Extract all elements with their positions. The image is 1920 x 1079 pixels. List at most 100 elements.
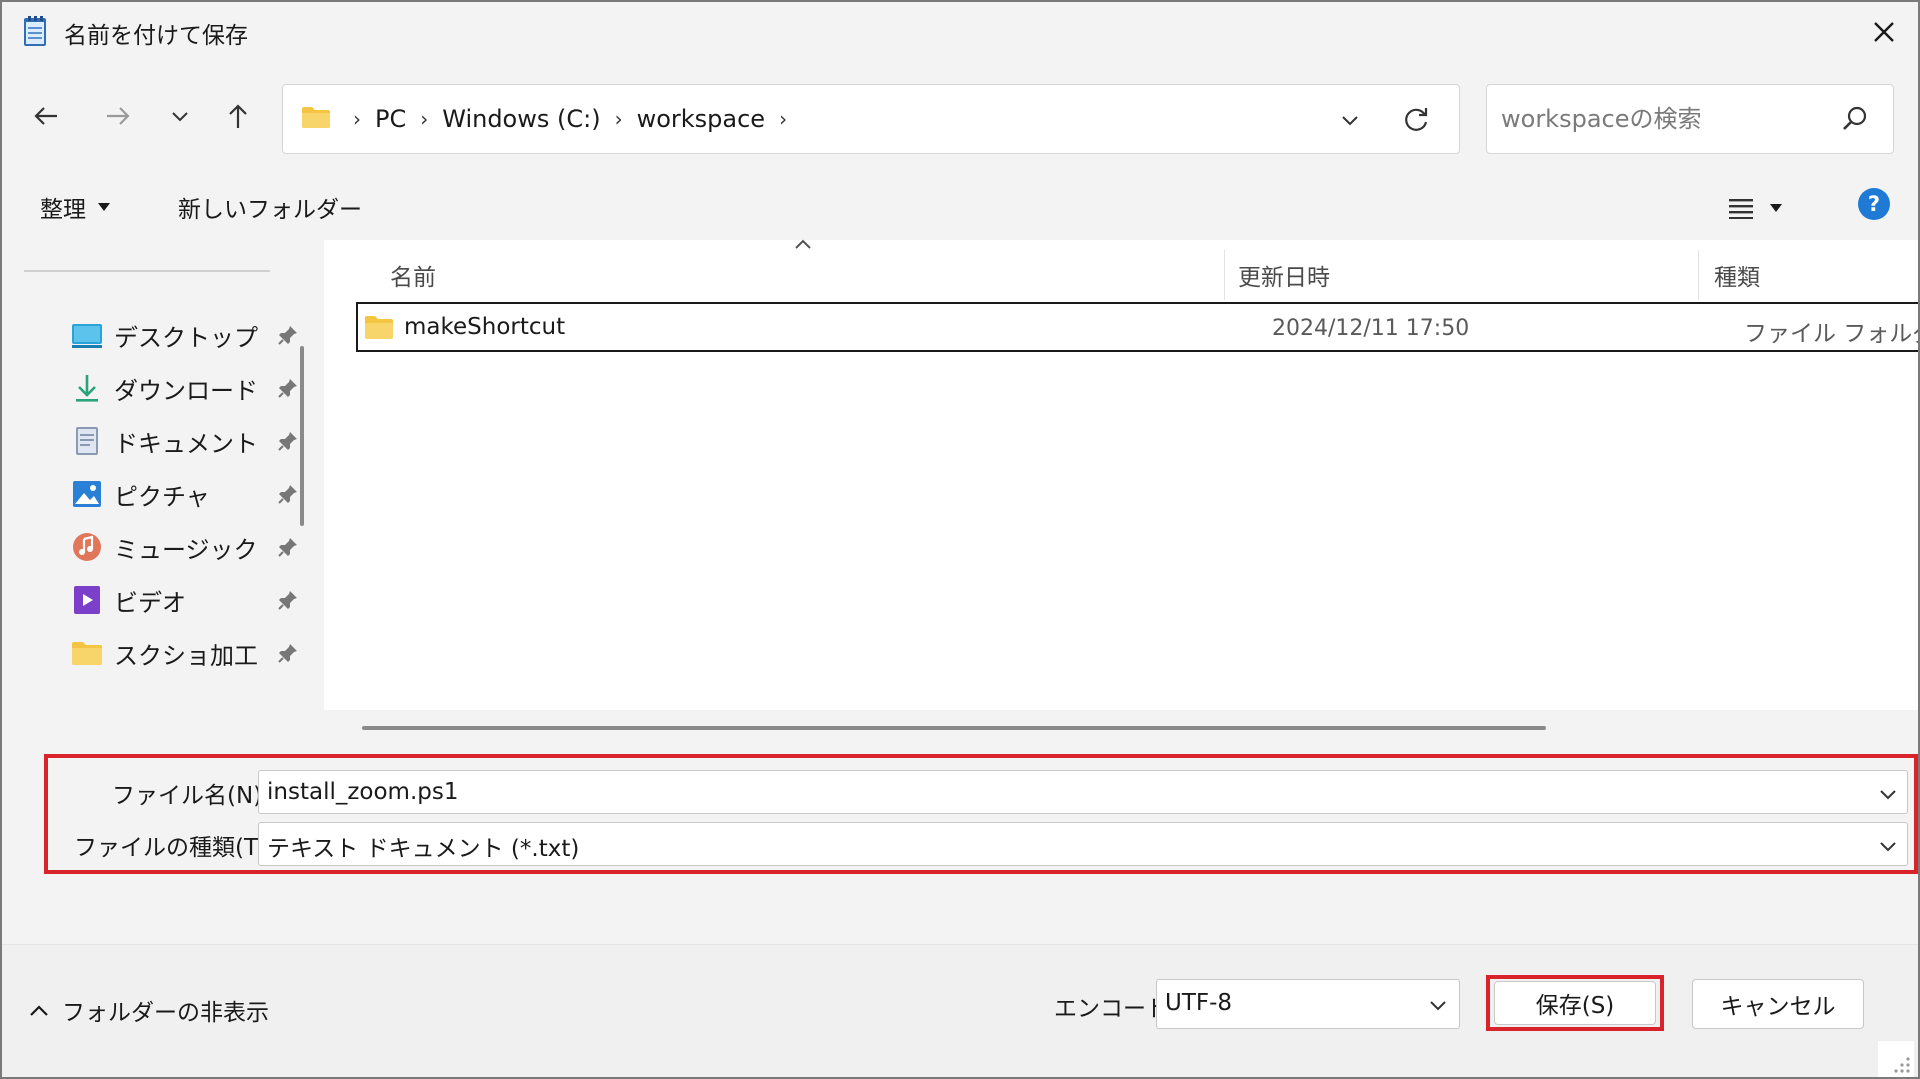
filename-label: ファイル名(N):	[112, 783, 270, 809]
navigation-bar: › PC › Windows (C:) › workspace ›	[2, 64, 1918, 176]
sidebar-item-desktop[interactable]: デスクトップ	[70, 310, 297, 360]
title-bar: 名前を付けて保存	[2, 2, 1918, 64]
folder-icon	[72, 642, 102, 665]
sidebar-item-screenshot-folder[interactable]: スクショ加工	[70, 628, 297, 678]
filetype-value: テキスト ドキュメント (*.txt)	[267, 836, 580, 862]
notepad-icon	[24, 16, 46, 46]
desktop-icon	[72, 324, 102, 348]
sidebar-item-documents[interactable]: ドキュメント	[70, 416, 297, 466]
video-icon	[74, 586, 100, 614]
chevron-right-icon: ›	[614, 107, 623, 131]
hide-folders-button[interactable]: フォルダーの非表示	[28, 993, 269, 1027]
cancel-button[interactable]: キャンセル	[1692, 979, 1864, 1029]
help-icon[interactable]: ?	[1856, 186, 1892, 222]
chevron-right-icon[interactable]: ›	[779, 107, 787, 131]
list-view-icon	[1729, 199, 1753, 219]
filename-section: ファイル名(N): ファイルの種類(T): テキスト ドキュメント (*.txt…	[2, 744, 1918, 944]
forward-button[interactable]	[98, 96, 138, 136]
navigation-pane: デスクトップ ダウンロード ドキュメント ピクチャ ミュージック ビデオ スクシ…	[2, 240, 322, 744]
column-divider[interactable]	[1224, 250, 1225, 300]
arrow-right-icon	[107, 107, 130, 125]
chevron-down-icon[interactable]	[1877, 783, 1899, 805]
chevron-right-icon: ›	[420, 107, 429, 131]
sidebar-item-pictures[interactable]: ピクチャ	[70, 469, 297, 519]
arrow-left-icon	[34, 107, 57, 125]
back-button[interactable]	[26, 96, 66, 136]
file-modified: 2024/12/11 17:50	[1272, 316, 1470, 341]
document-icon	[76, 427, 98, 455]
chevron-down-icon	[1430, 1001, 1446, 1011]
pin-icon[interactable]	[276, 588, 300, 612]
chevron-right-icon: ›	[353, 107, 361, 131]
encoding-value: UTF-8	[1165, 990, 1233, 1016]
encoding-select[interactable]: UTF-8	[1156, 979, 1460, 1029]
sidebar-item-music[interactable]: ミュージック	[70, 522, 297, 572]
navpane-scrollbar[interactable]	[300, 346, 304, 526]
sidebar-item-label: ビデオ	[114, 588, 186, 617]
chevron-down-icon	[172, 112, 188, 122]
pin-icon[interactable]	[276, 641, 300, 665]
horizontal-scrollbar-thumb[interactable]	[362, 726, 1546, 730]
save-as-dialog: 名前を付けて保存 › PC › Windows (C:) › workspace…	[0, 0, 1920, 1079]
caret-down-icon	[1770, 204, 1782, 212]
picture-icon	[73, 481, 101, 507]
save-button[interactable]: 保存(S)	[1494, 981, 1656, 1025]
file-type: ファイル フォルダー	[1744, 321, 1918, 347]
search-input[interactable]	[1501, 99, 1831, 139]
command-bar: 整理 新しいフォルダー ?	[2, 176, 1918, 240]
address-bar[interactable]: › PC › Windows (C:) › workspace ›	[282, 84, 1460, 154]
breadcrumb-workspace[interactable]: workspace	[637, 105, 765, 133]
filename-input[interactable]	[267, 775, 1847, 809]
filetype-select[interactable]: テキスト ドキュメント (*.txt)	[258, 822, 1908, 866]
sidebar-item-label: ダウンロード	[114, 376, 258, 405]
arrow-up-icon	[229, 104, 247, 128]
sidebar-item-downloads[interactable]: ダウンロード	[70, 363, 297, 413]
pin-icon[interactable]	[276, 376, 300, 400]
column-divider[interactable]	[1698, 250, 1699, 300]
column-header-type[interactable]: 種類	[1714, 250, 1760, 300]
pin-icon[interactable]	[276, 429, 300, 453]
breadcrumb: › PC › Windows (C:) › workspace ›	[339, 85, 801, 153]
divider	[24, 270, 270, 272]
svg-text:?: ?	[1868, 192, 1880, 216]
file-name: makeShortcut	[404, 314, 566, 340]
pin-icon[interactable]	[276, 535, 300, 559]
breadcrumb-drive[interactable]: Windows (C:)	[442, 105, 600, 133]
pin-icon[interactable]	[276, 482, 300, 506]
organize-button[interactable]: 整理	[40, 190, 112, 224]
sidebar-item-label: ドキュメント	[114, 429, 258, 458]
caret-down-icon	[98, 203, 110, 211]
filetype-label: ファイルの種類(T):	[74, 835, 275, 861]
organize-label: 整理	[40, 197, 86, 223]
recent-locations-button[interactable]	[160, 96, 200, 136]
search-box[interactable]	[1486, 84, 1894, 154]
view-options-button[interactable]	[1728, 188, 1808, 228]
search-icon[interactable]	[1839, 103, 1871, 135]
pin-icon[interactable]	[276, 323, 300, 347]
column-header-name[interactable]: 名前	[390, 250, 436, 300]
sidebar-item-videos[interactable]: ビデオ	[70, 575, 297, 625]
download-icon	[76, 375, 98, 402]
sidebar-item-label: デスクトップ	[114, 323, 258, 352]
chevron-down-icon[interactable]	[1877, 835, 1899, 857]
chevron-up-icon	[30, 1005, 48, 1016]
chevron-down-icon[interactable]	[1335, 105, 1365, 135]
filename-combobox[interactable]	[258, 770, 1908, 814]
sort-ascending-icon	[795, 239, 811, 249]
refresh-icon[interactable]	[1399, 103, 1433, 137]
column-header-modified[interactable]: 更新日時	[1238, 250, 1330, 300]
close-icon[interactable]	[1864, 12, 1904, 52]
folder-icon	[365, 316, 393, 339]
up-button[interactable]	[218, 96, 258, 136]
resize-grip-icon	[1894, 1057, 1910, 1073]
sidebar-item-label: ミュージック	[114, 535, 258, 564]
file-list: 名前 更新日時 種類 makeShortcut 2024/12/11 17:50…	[324, 239, 1918, 744]
new-folder-button[interactable]: 新しいフォルダー	[178, 190, 362, 224]
sidebar-item-label: スクショ加工	[114, 641, 258, 670]
table-row[interactable]: makeShortcut 2024/12/11 17:50 ファイル フォルダー	[356, 302, 1918, 352]
resize-grip[interactable]	[1878, 1041, 1914, 1077]
dialog-footer: フォルダーの非表示 エンコード: UTF-8 保存(S) キャンセル	[2, 944, 1918, 1077]
breadcrumb-pc[interactable]: PC	[375, 105, 406, 133]
music-icon	[73, 533, 101, 561]
sidebar-item-label: ピクチャ	[114, 482, 210, 511]
